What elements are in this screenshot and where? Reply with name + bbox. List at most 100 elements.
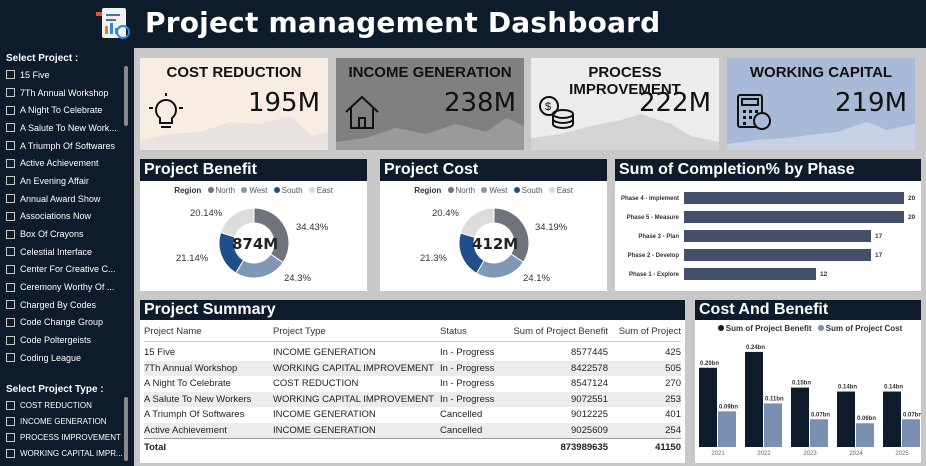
project-filter-item[interactable]: Associations Now — [0, 208, 124, 226]
cost-benefit-bar-chart[interactable]: 0.20bn 0.09bn 2021 0.24bn 0.11bn 2022 0.15bn 0.… — [695, 336, 921, 463]
benefit-pct-north: 34.43% — [296, 222, 329, 233]
checkbox[interactable] — [6, 432, 15, 442]
table-row[interactable]: 15 Five INCOME GENERATION In - Progress 857… — [144, 345, 681, 361]
col-project-name[interactable]: Project Name — [144, 326, 273, 337]
kpi-card[interactable]: WORKING CAPITAL 219M — [727, 58, 915, 150]
cell-status: In - Progress — [440, 393, 495, 405]
project-filter-item[interactable]: 15 Five — [0, 66, 124, 84]
project-filter-item[interactable]: Celestial Interface — [0, 243, 124, 261]
checkbox[interactable] — [6, 176, 15, 186]
bar-cost[interactable] — [856, 423, 874, 447]
project-filter-item[interactable]: Charged By Codes — [0, 296, 124, 314]
checkbox[interactable] — [6, 282, 15, 292]
completion-bar-chart[interactable]: Phase 4 - Implement 20 Phase 5 - Measure 20… — [615, 185, 921, 289]
legend-benefit[interactable]: Sum of Project Benefit — [726, 324, 812, 333]
type-filter-item[interactable]: WORKING CAPITAL IMPR... — [0, 445, 124, 461]
project-filter-item[interactable]: Ceremony Worthy Of ... — [0, 278, 124, 296]
project-filter-item[interactable]: Annual Award Show — [0, 190, 124, 208]
project-filter-item[interactable]: Center For Creative C... — [0, 261, 124, 279]
bar-benefit[interactable] — [699, 367, 717, 447]
legend-south[interactable]: South — [522, 186, 543, 195]
legend-east[interactable]: East — [557, 186, 573, 195]
project-filter-item[interactable]: Coding League — [0, 349, 124, 367]
bar-benefit[interactable] — [883, 391, 901, 447]
type-list-scrollbar[interactable] — [124, 397, 128, 461]
phase-value: 17 — [875, 233, 883, 240]
project-filter-item[interactable]: A Night To Celebrate — [0, 101, 124, 119]
checkbox[interactable] — [6, 194, 15, 204]
checkbox[interactable] — [6, 123, 15, 133]
table-row[interactable]: Active Achievement INCOME GENERATION Cance… — [144, 422, 681, 438]
col-project-type[interactable]: Project Type — [273, 326, 440, 337]
project-filter-item[interactable]: An Evening Affair — [0, 172, 124, 190]
donut-slice[interactable] — [219, 207, 255, 238]
bar-cost[interactable] — [718, 411, 736, 447]
checkbox[interactable] — [6, 88, 15, 98]
bar-cost[interactable] — [810, 419, 828, 447]
checkbox[interactable] — [6, 247, 15, 257]
bar-benefit[interactable] — [837, 391, 855, 447]
legend-north[interactable]: North — [216, 186, 236, 195]
type-filter-item[interactable]: INCOME GENERATION — [0, 413, 124, 429]
table-row[interactable]: A Triumph Of Softwares INCOME GENERATION C… — [144, 407, 681, 423]
table-row[interactable]: A Night To Celebrate COST REDUCTION In - P… — [144, 376, 681, 392]
checkbox[interactable] — [6, 353, 15, 363]
project-filter-heading: Select Project : — [6, 53, 79, 64]
checkbox[interactable] — [6, 211, 15, 221]
phase-bar[interactable] — [684, 249, 871, 261]
checkbox[interactable] — [6, 416, 15, 426]
cell-cost: 270 — [665, 378, 681, 390]
phase-bar[interactable] — [684, 268, 816, 280]
project-filter-item[interactable]: A Triumph Of Softwares — [0, 137, 124, 155]
project-filter-item[interactable]: Box Of Crayons — [0, 225, 124, 243]
checkbox[interactable] — [6, 264, 15, 274]
kpi-card[interactable]: INCOME GENERATION 238M — [336, 58, 524, 150]
checkbox[interactable] — [6, 317, 15, 327]
project-filter-item[interactable]: Active Achievement — [0, 154, 124, 172]
kpi-card[interactable]: COST REDUCTION 195M — [140, 58, 328, 150]
bar-benefit[interactable] — [745, 351, 763, 447]
checkbox[interactable] — [6, 448, 15, 458]
project-filter-item[interactable]: Code Change Group — [0, 314, 124, 332]
phase-bar[interactable] — [684, 230, 871, 242]
phase-value: 20 — [908, 195, 916, 202]
checkbox[interactable] — [6, 300, 15, 310]
checkbox[interactable] — [6, 70, 15, 80]
bar-cost[interactable] — [764, 403, 782, 447]
col-cost[interactable]: Sum of Project — [608, 326, 681, 337]
project-filter-item[interactable]: 7Th Annual Workshop — [0, 84, 124, 102]
legend-north[interactable]: North — [456, 186, 476, 195]
donut-slice[interactable] — [475, 253, 525, 279]
checkbox[interactable] — [6, 229, 15, 239]
donut-slice[interactable] — [235, 253, 284, 279]
benefit-donut-total: 874M — [232, 235, 279, 253]
table-row[interactable]: A Salute To New Workers WORKING CAPITAL I… — [144, 391, 681, 407]
checkbox[interactable] — [6, 158, 15, 168]
type-filter-item[interactable]: PROCESS IMPROVEMENT — [0, 429, 124, 445]
project-list-scrollbar[interactable] — [124, 66, 128, 126]
bar-cost[interactable] — [902, 419, 920, 447]
type-filter-label: WORKING CAPITAL IMPR... — [20, 448, 123, 458]
checkbox[interactable] — [6, 400, 15, 410]
checkbox[interactable] — [6, 105, 15, 115]
legend-south[interactable]: South — [282, 186, 303, 195]
phase-bar[interactable] — [684, 192, 904, 204]
type-filter-item[interactable]: COST REDUCTION — [0, 397, 124, 413]
legend-west[interactable]: West — [249, 186, 267, 195]
cell-project-name: A Night To Celebrate — [144, 378, 231, 390]
legend-cost[interactable]: Sum of Project Cost — [826, 324, 902, 333]
legend-west[interactable]: West — [489, 186, 507, 195]
bar-benefit[interactable] — [791, 387, 809, 447]
checkbox[interactable] — [6, 141, 15, 151]
col-status[interactable]: Status — [440, 326, 502, 337]
project-filter-item[interactable]: A Salute To New Work... — [0, 119, 124, 137]
project-filter-item[interactable]: Code Poltergeists — [0, 331, 124, 349]
donut-slice[interactable] — [459, 207, 495, 238]
kpi-card[interactable]: PROCESS IMPROVEMENT 222M $ — [531, 58, 719, 150]
table-row[interactable]: 7Th Annual Workshop WORKING CAPITAL IMPRO… — [144, 360, 681, 376]
checkbox[interactable] — [6, 335, 15, 345]
col-benefit[interactable]: Sum of Project Benefit — [502, 326, 608, 337]
cell-benefit: 9072551 — [571, 393, 608, 405]
legend-east[interactable]: East — [317, 186, 333, 195]
phase-bar[interactable] — [684, 211, 904, 223]
